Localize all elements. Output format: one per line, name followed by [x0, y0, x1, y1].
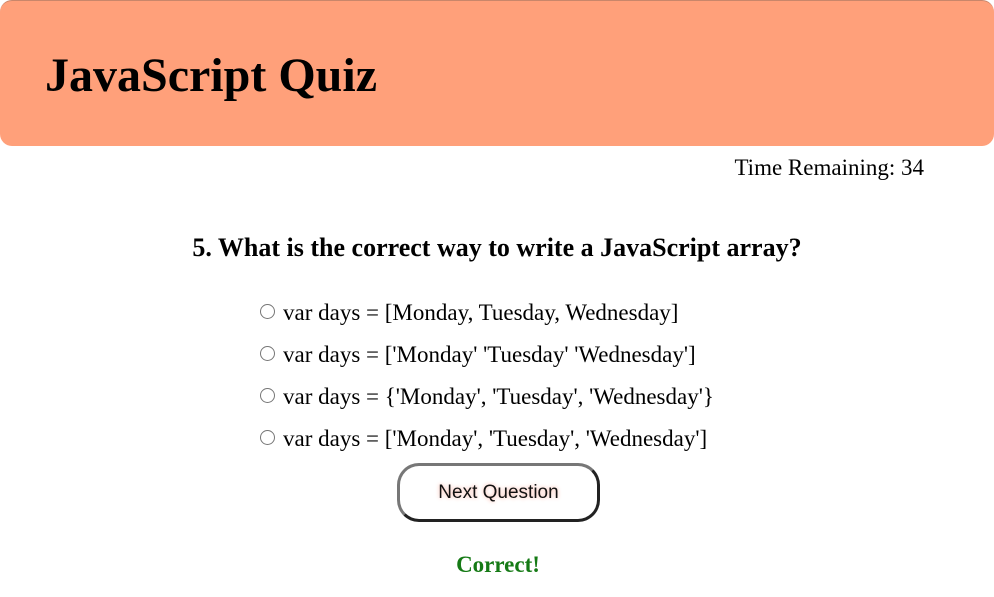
answer-choice-label: var days = ['Monday' 'Tuesday' 'Wednesda… [283, 342, 696, 367]
answer-choice-3[interactable]: var days = {'Monday', 'Tuesday', 'Wednes… [260, 376, 714, 418]
radio-button-icon[interactable] [260, 387, 275, 403]
answer-choice-label: var days = {'Monday', 'Tuesday', 'Wednes… [283, 384, 714, 409]
answer-choice-1[interactable]: var days = [Monday, Tuesday, Wednesday] [260, 292, 714, 334]
radio-button-icon[interactable] [260, 345, 275, 361]
page-title: JavaScript Quiz [45, 49, 377, 102]
quiz-page: JavaScript Quiz Time Remaining: 34 5. Wh… [0, 0, 994, 597]
time-remaining: Time Remaining: 34 [734, 155, 924, 180]
question-text: 5. What is the correct way to write a Ja… [192, 233, 802, 262]
radio-button-icon[interactable] [260, 429, 275, 445]
header-banner: JavaScript Quiz [0, 0, 994, 146]
radio-button-icon[interactable] [260, 303, 275, 319]
answer-choice-4[interactable]: var days = ['Monday', 'Tuesday', 'Wednes… [260, 418, 714, 460]
next-question-button[interactable]: Next Question [397, 463, 600, 522]
feedback-message: Correct! [456, 552, 540, 577]
answer-choices: var days = [Monday, Tuesday, Wednesday] … [260, 292, 714, 460]
answer-choice-label: var days = ['Monday', 'Tuesday', 'Wednes… [283, 426, 708, 451]
answer-choice-2[interactable]: var days = ['Monday' 'Tuesday' 'Wednesda… [260, 334, 714, 376]
answer-choice-label: var days = [Monday, Tuesday, Wednesday] [283, 300, 679, 325]
